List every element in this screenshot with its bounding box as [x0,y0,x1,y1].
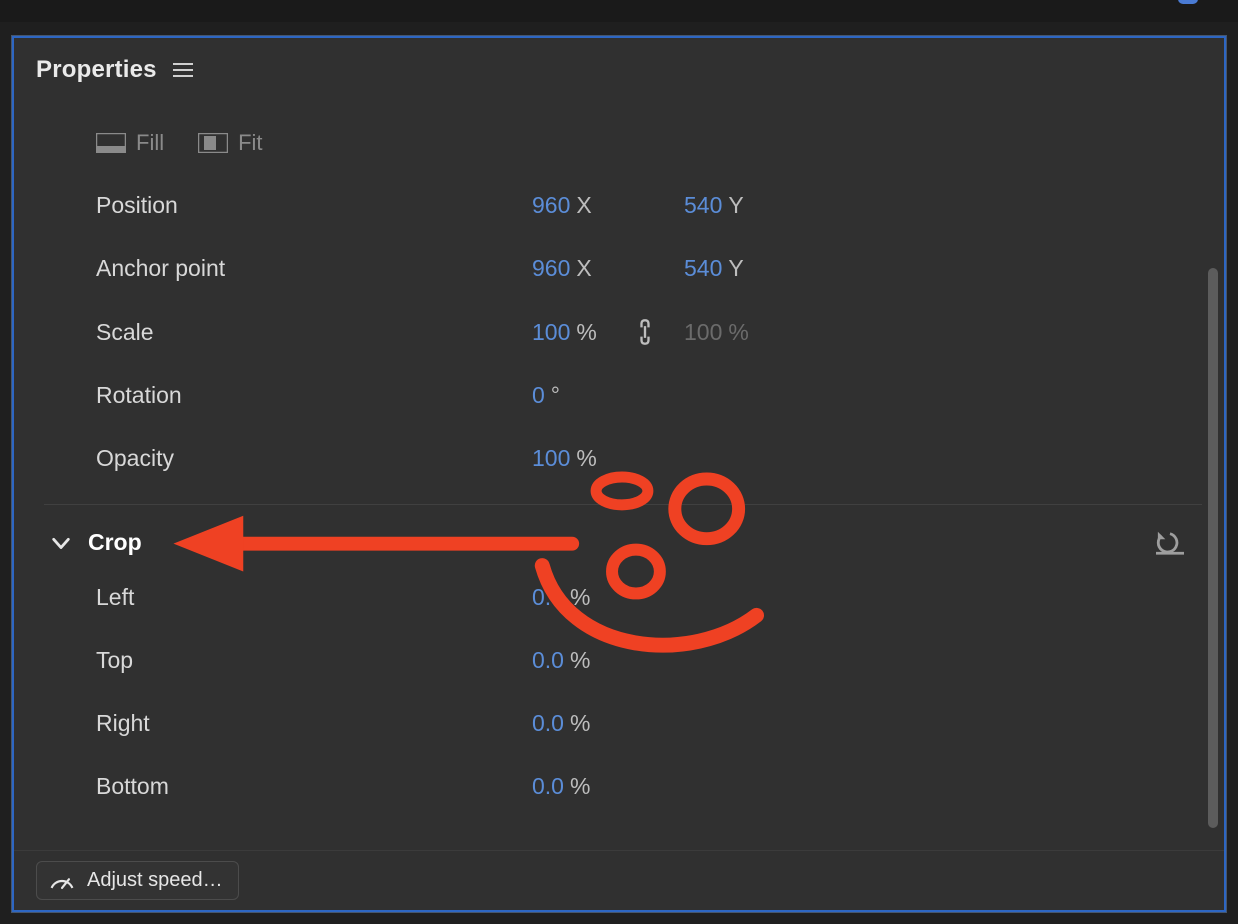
chevron-down-icon[interactable] [50,530,76,556]
position-y-value[interactable]: 540 [684,192,722,219]
panel-footer: Adjust speed… [14,850,1224,910]
anchor-y[interactable]: 540 Y [684,255,836,282]
scale-a-value[interactable]: 100 [532,319,570,346]
position-row: Position 960 X 540 Y [14,174,1224,237]
crop-right-unit: % [570,710,590,737]
anchor-row: Anchor point 960 X 540 Y [14,237,1224,300]
scale-b-unit: % [728,319,748,346]
toggle-indicator-icon[interactable] [1178,0,1198,4]
crop-bottom-label: Bottom [96,773,532,800]
panel-title: Properties [36,56,157,84]
opacity-unit: % [576,445,596,472]
crop-section-header[interactable]: Crop [14,505,1224,566]
anchor-y-unit: Y [728,255,743,282]
opacity-label: Opacity [96,445,532,472]
position-x-unit: X [576,192,591,219]
crop-right-value[interactable]: 0.0 [532,710,564,737]
panel-header: Properties [14,38,1224,96]
position-x[interactable]: 960 X [532,192,684,219]
fit-button[interactable]: Fit [198,130,262,156]
speed-gauge-icon [49,871,75,891]
crop-left-label: Left [96,584,532,611]
reset-icon[interactable] [1156,530,1184,556]
crop-left-unit: % [570,584,590,611]
crop-top-unit: % [570,647,590,674]
rotation-value-pair[interactable]: 0 ° [532,382,684,409]
fit-icon [198,133,228,153]
fill-button[interactable]: Fill [96,130,164,156]
rotation-row: Rotation 0 ° [14,364,1224,427]
crop-top-label: Top [96,647,532,674]
position-y-unit: Y [728,192,743,219]
adjust-speed-button[interactable]: Adjust speed… [36,861,239,900]
crop-right-label: Right [96,710,532,737]
crop-left-value-pair[interactable]: 0.0 % [532,584,684,611]
fit-label: Fit [238,130,262,156]
fill-label: Fill [136,130,164,156]
anchor-x-unit: X [576,255,591,282]
anchor-y-value[interactable]: 540 [684,255,722,282]
fill-icon [96,133,126,153]
scale-a[interactable]: 100 % [532,319,636,346]
opacity-value[interactable]: 100 [532,445,570,472]
crop-left-value[interactable]: 0.0 [532,584,564,611]
panel-content: Fill Fit Position 960 X 540 Y [14,100,1224,848]
scale-label: Scale [96,319,532,346]
scale-a-unit: % [576,319,596,346]
position-y[interactable]: 540 Y [684,192,836,219]
fill-fit-row: Fill Fit [14,100,1224,174]
scale-link-icon[interactable] [636,318,684,346]
rotation-label: Rotation [96,382,532,409]
crop-bottom-value[interactable]: 0.0 [532,773,564,800]
rotation-value[interactable]: 0 [532,382,545,409]
crop-top-value-pair[interactable]: 0.0 % [532,647,684,674]
anchor-x-value[interactable]: 960 [532,255,570,282]
topbar-right-icons [1178,0,1198,4]
position-label: Position [96,192,532,219]
crop-section-title: Crop [88,529,142,556]
crop-bottom-unit: % [570,773,590,800]
position-x-value[interactable]: 960 [532,192,570,219]
opacity-row: Opacity 100 % [14,427,1224,490]
crop-left-row: Left 0.0 % [14,566,1224,629]
crop-right-row: Right 0.0 % [14,692,1224,755]
rotation-unit: ° [551,382,560,409]
adjust-speed-label: Adjust speed… [87,869,223,892]
scale-b-value: 100 [684,319,722,346]
crop-top-row: Top 0.0 % [14,629,1224,692]
crop-bottom-value-pair[interactable]: 0.0 % [532,773,684,800]
crop-right-value-pair[interactable]: 0.0 % [532,710,684,737]
scale-b: 100 % [684,319,836,346]
scale-row: Scale 100 % 100 % [14,300,1224,364]
anchor-x[interactable]: 960 X [532,255,684,282]
scrollbar-thumb[interactable] [1208,268,1218,828]
crop-bottom-row: Bottom 0.0 % [14,755,1224,818]
topbar [0,0,1238,22]
properties-panel: Properties Fill Fit Posi [12,36,1226,912]
crop-top-value[interactable]: 0.0 [532,647,564,674]
opacity-value-pair[interactable]: 100 % [532,445,684,472]
panel-menu-icon[interactable] [173,63,193,77]
anchor-label: Anchor point [96,255,532,282]
